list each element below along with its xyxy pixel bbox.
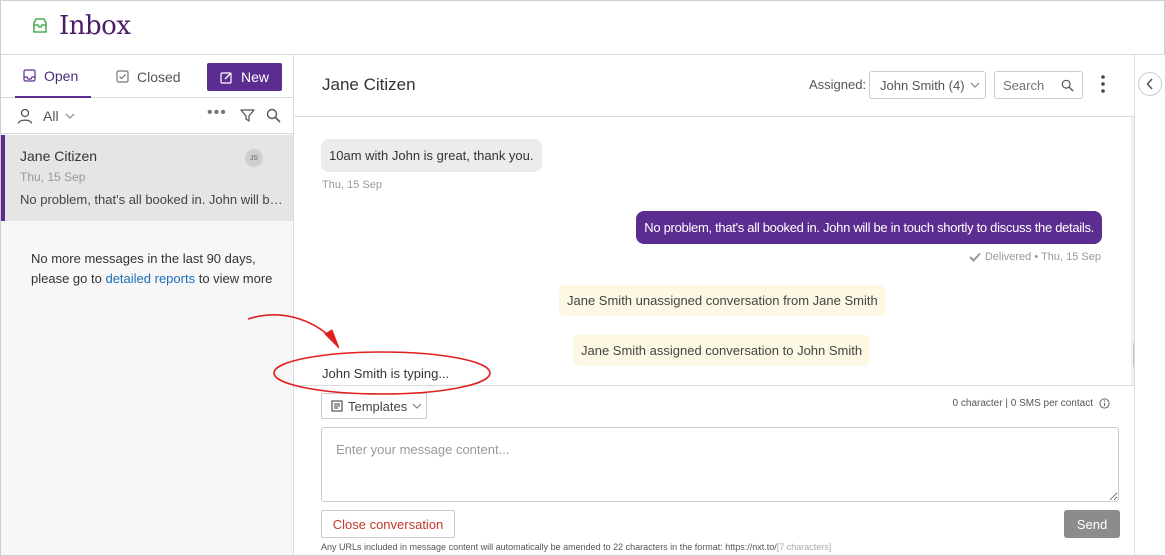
new-button-label: New: [240, 69, 269, 85]
templates-dropdown[interactable]: Templates: [321, 393, 427, 419]
detailed-reports-link[interactable]: detailed reports: [105, 271, 195, 286]
template-icon: [331, 400, 343, 412]
conversation-sidebar: Open Closed New All ••• Jane Citizen Thu…: [1, 55, 294, 555]
assigned-label: Assigned:: [809, 77, 867, 92]
chevron-down-icon: [65, 113, 74, 119]
conversation-panel: Jane Citizen Assigned: John Smith (4) 10…: [294, 55, 1146, 555]
message-content-input[interactable]: [321, 427, 1119, 502]
system-event-unassigned: Jane Smith unassigned conversation from …: [559, 285, 886, 316]
assignee-select[interactable]: John Smith (4): [869, 71, 986, 99]
more-options-icon[interactable]: •••: [207, 104, 227, 122]
conversation-date: Thu, 15 Sep: [20, 170, 86, 184]
tab-closed[interactable]: Closed: [116, 55, 181, 98]
incoming-message: 10am with John is great, thank you.: [321, 139, 542, 172]
tab-open-label: Open: [44, 67, 79, 84]
chevron-left-icon: [1146, 78, 1153, 90]
conversation-preview: No problem, that's all booked in. John w…: [20, 192, 283, 207]
url-note-suffix: [7 characters]: [776, 542, 832, 552]
new-conversation-button[interactable]: New: [207, 63, 282, 91]
page-title: Inbox: [59, 11, 131, 41]
conversation-header: Jane Citizen Assigned: John Smith (4): [294, 55, 1134, 117]
no-more-prefix: please go to: [31, 271, 102, 286]
avatar: JS: [245, 149, 263, 167]
inbox-tray-icon: [23, 69, 36, 82]
assignee-filter-select[interactable]: All: [43, 108, 75, 124]
filter-icon[interactable]: [240, 108, 255, 123]
message-search-input[interactable]: [1003, 77, 1058, 93]
message-composer: Templates 0 character | 0 SMS per contac…: [294, 385, 1134, 555]
url-note-text: Any URLs included in message content wil…: [321, 542, 777, 552]
character-counter: 0 character | 0 SMS per contact: [953, 398, 1110, 409]
chevron-down-icon: [412, 403, 422, 409]
checkmark-icon: [969, 252, 981, 262]
outgoing-message: No problem, that's all booked in. John w…: [636, 211, 1102, 244]
kebab-menu-icon[interactable]: [1099, 73, 1107, 95]
chevron-down-icon: [970, 82, 979, 88]
conversation-list-item[interactable]: Jane Citizen Thu, 15 Sep No problem, tha…: [1, 135, 293, 221]
inbox-icon: [33, 18, 47, 33]
edit-icon: [220, 71, 232, 84]
incoming-message-date: Thu, 15 Sep: [322, 179, 382, 191]
message-thread: 10am with John is great, thank you. Thu,…: [294, 117, 1147, 385]
check-box-icon: [116, 70, 129, 83]
app-header: Inbox: [1, 1, 1164, 55]
info-icon[interactable]: [1099, 398, 1110, 409]
search-icon[interactable]: [266, 108, 281, 123]
status-tabs: Open Closed New: [1, 55, 293, 98]
no-more-suffix: to view more: [198, 271, 273, 286]
tab-closed-label: Closed: [137, 68, 181, 85]
message-search: [994, 71, 1083, 99]
no-more-line1: No more messages in the last 90 days,: [31, 251, 256, 266]
contact-name: Jane Citizen: [322, 75, 416, 94]
character-count-text: 0 character | 0 SMS per contact: [952, 398, 1093, 409]
details-panel-strip: [1134, 55, 1165, 555]
outgoing-message-status: Delivered • Thu, 15 Sep: [969, 251, 1101, 263]
collapse-panel-button[interactable]: [1138, 72, 1162, 96]
no-more-messages-note: No more messages in the last 90 days, pl…: [31, 249, 272, 289]
assignee-filter-value: All: [43, 108, 59, 124]
templates-label: Templates: [348, 398, 408, 414]
close-conversation-button[interactable]: Close conversation: [321, 510, 455, 538]
url-shortening-note: Any URLs included in message content wil…: [321, 542, 831, 552]
conversation-name: Jane Citizen: [20, 148, 98, 164]
filter-bar: All •••: [1, 98, 293, 134]
tab-open[interactable]: Open: [15, 55, 91, 98]
assignee-value: John Smith (4): [880, 77, 965, 93]
delivery-status-text: Delivered • Thu, 15 Sep: [984, 251, 1101, 263]
send-button[interactable]: Send: [1064, 510, 1120, 538]
typing-indicator: John Smith is typing...: [322, 366, 450, 381]
user-icon: [17, 108, 33, 124]
system-event-assigned: Jane Smith assigned conversation to John…: [573, 335, 871, 366]
search-icon[interactable]: [1061, 79, 1074, 92]
